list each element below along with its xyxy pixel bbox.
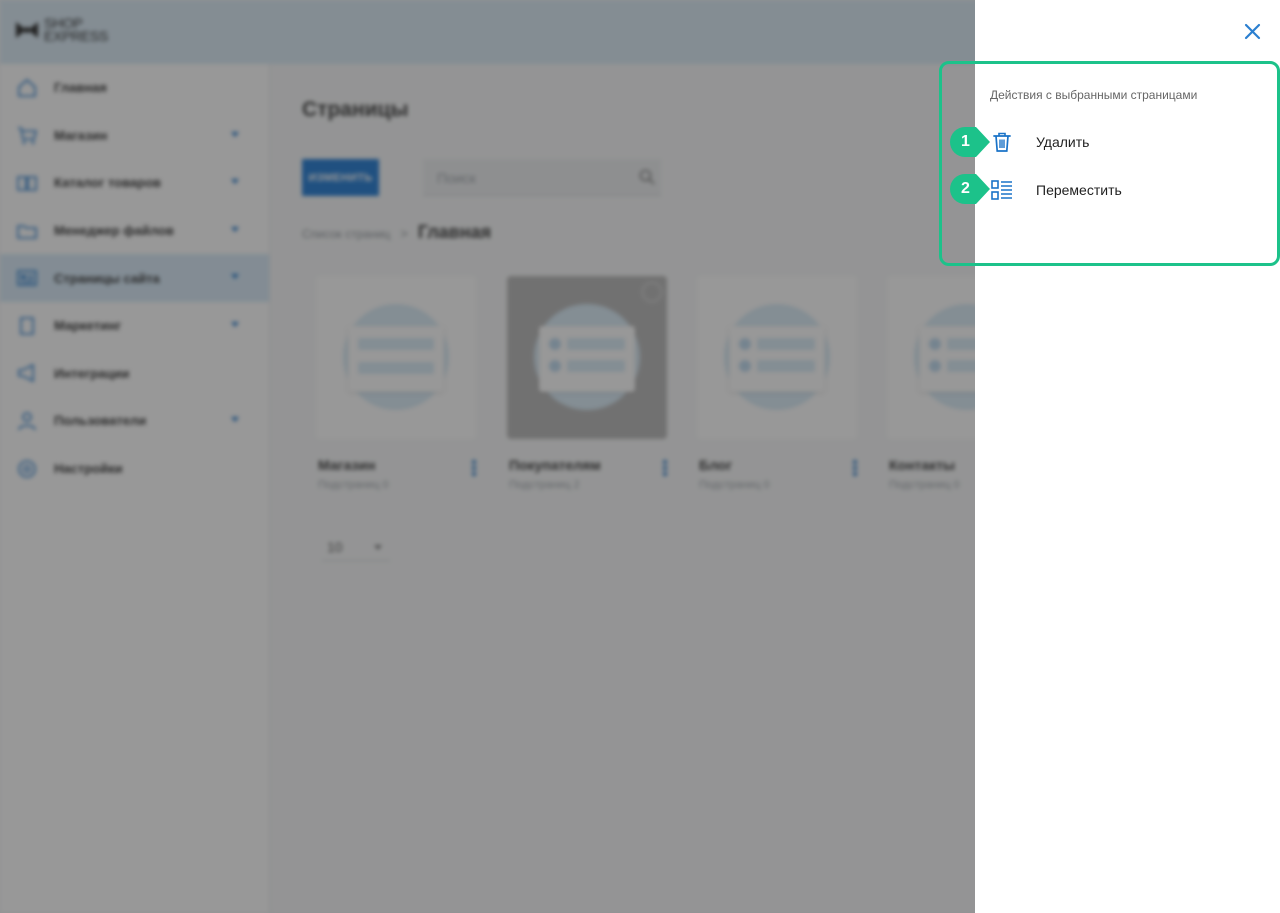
delete-label: Удалить: [1036, 134, 1090, 150]
close-icon[interactable]: [1244, 23, 1261, 40]
step-number-1: 1: [961, 133, 970, 150]
delete-action[interactable]: Удалить: [990, 127, 1230, 157]
move-action[interactable]: Переместить: [990, 175, 1230, 205]
step-number-2: 2: [961, 180, 970, 197]
move-label: Переместить: [1036, 182, 1122, 198]
panel-heading: Действия с выбранными страницами: [990, 88, 1198, 102]
modal-backdrop[interactable]: [0, 0, 975, 913]
